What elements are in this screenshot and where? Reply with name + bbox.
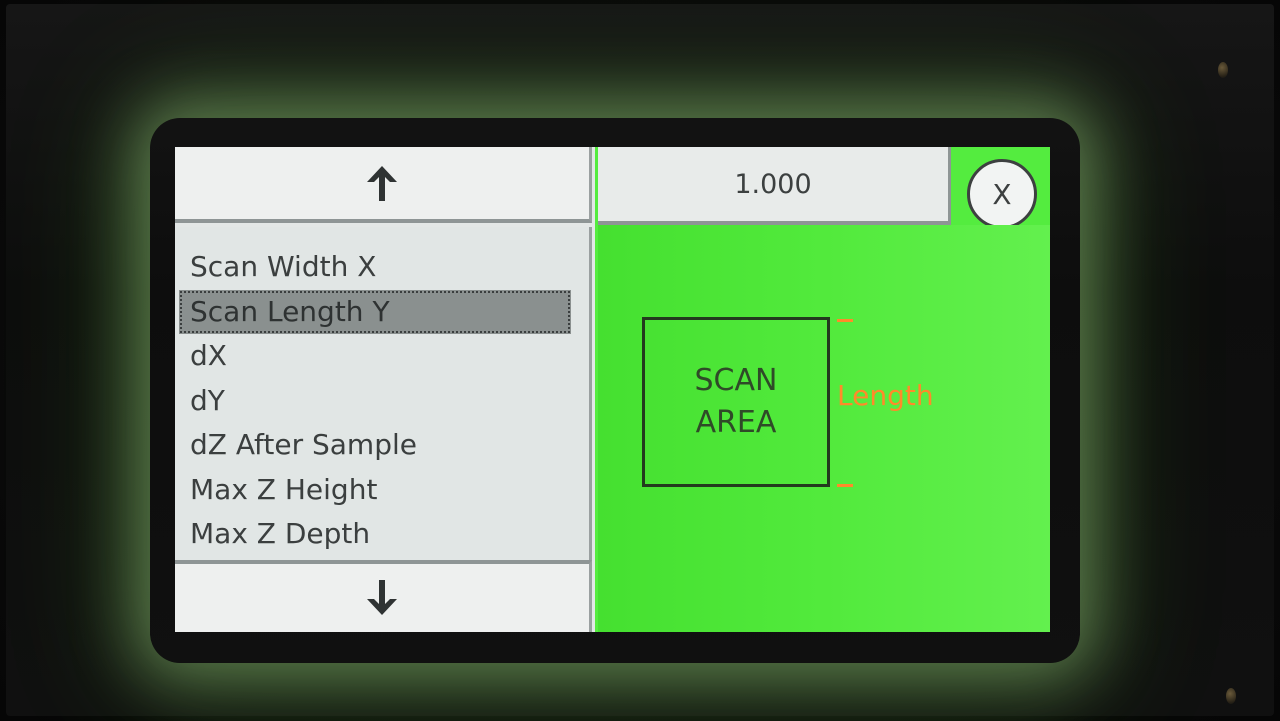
parameter-list[interactable]: Scan Width X Scan Length Y dX dY dZ Afte… [175,227,592,560]
list-item[interactable]: Scan Width X [179,245,589,290]
scan-area-label-line2: AREA [695,405,777,440]
list-item[interactable]: dX [179,334,589,379]
scan-area-box: SCAN AREA [642,317,830,487]
scroll-down-button[interactable] [175,560,592,632]
bezel-screw [1226,688,1236,704]
list-item-selected[interactable]: Scan Length Y [179,289,571,334]
length-marker-bottom [837,484,853,487]
device-photo: Scan Width X Scan Length Y dX dY dZ Afte… [0,0,1280,721]
touch-screen: Scan Width X Scan Length Y dX dY dZ Afte… [175,147,1050,632]
arrow-down-icon [367,580,397,615]
list-item[interactable]: dZ After Sample [179,423,589,468]
list-item[interactable]: Max Z Depth [179,512,589,557]
bezel-screw [1218,62,1228,78]
parameter-panel: Scan Width X Scan Length Y dX dY dZ Afte… [175,147,595,632]
arrow-up-icon [367,166,397,201]
value-input-field[interactable]: 1.000 [598,147,951,225]
scan-area-label-line1: SCAN [694,363,778,398]
scroll-up-button[interactable] [175,147,592,223]
length-dimension-label: Length [837,379,934,412]
list-item[interactable]: dY [179,379,589,424]
close-icon: X [992,177,1012,211]
list-item[interactable]: Max Z Height [179,468,589,513]
close-button[interactable]: X [967,159,1037,229]
length-marker-top [837,319,853,322]
